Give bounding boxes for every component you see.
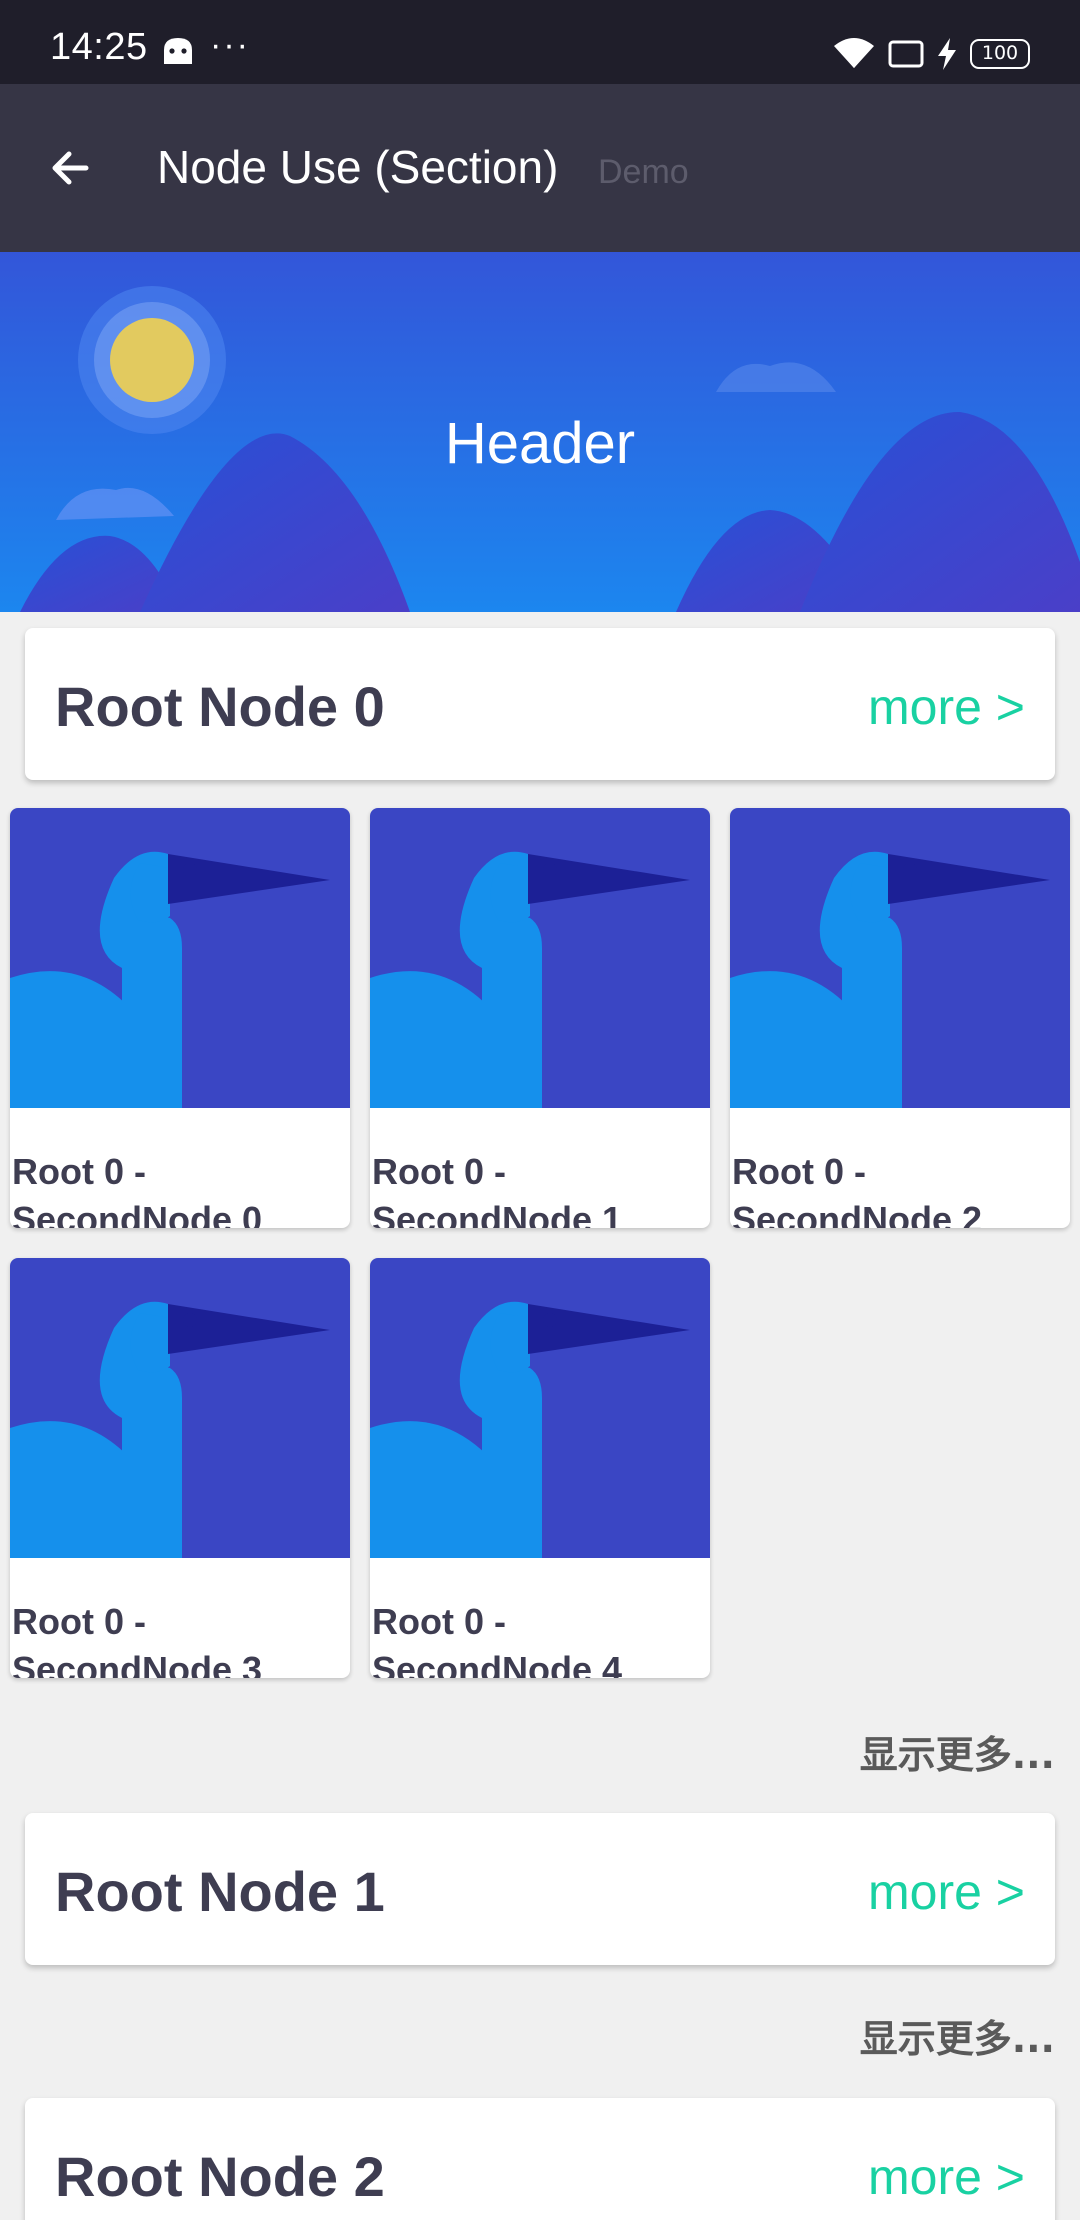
battery-icon: 100 xyxy=(970,39,1030,69)
app-bar: Node Use (Section) Demo xyxy=(0,84,1080,252)
header-text: Header xyxy=(444,411,636,476)
node-tile-0[interactable]: Root 0 - SecondNode 0 xyxy=(10,808,350,1228)
node-tile-1[interactable]: Root 0 - SecondNode 1 xyxy=(370,808,710,1228)
more-link[interactable]: more > xyxy=(868,1863,1025,1921)
status-bar: 14:25 ··· 100 xyxy=(0,0,1080,84)
status-time: 14:25 xyxy=(50,26,148,68)
node-tile-3[interactable]: Root 0 - SecondNode 3 xyxy=(10,1258,350,1678)
node-tile-2[interactable]: Root 0 - SecondNode 2 xyxy=(730,808,1070,1228)
notification-dots: ··· xyxy=(210,26,250,64)
page-title: Node Use (Section) xyxy=(157,141,559,193)
bird-thumbnail-icon xyxy=(10,1258,350,1558)
tile-label: Root 0 - SecondNode 3 xyxy=(12,1601,263,1678)
bird-thumbnail-icon xyxy=(10,808,350,1108)
section-header-root-1[interactable]: Root Node 1 more > xyxy=(25,1813,1055,1965)
section-title: Root Node 0 xyxy=(55,675,385,738)
bird-thumbnail-icon xyxy=(730,808,1070,1108)
more-link[interactable]: more > xyxy=(868,678,1025,736)
show-more-link[interactable]: 显示更多... xyxy=(860,1724,1055,1779)
charging-icon xyxy=(938,38,956,70)
android-icon xyxy=(164,38,192,64)
section-title: Root Node 2 xyxy=(55,2145,385,2208)
section-header-root-2[interactable]: Root Node 2 more > xyxy=(25,2098,1055,2220)
tile-label: Root 0 - SecondNode 1 xyxy=(372,1151,623,1228)
show-more-link[interactable]: 显示更多... xyxy=(860,2008,1055,2063)
node-tile-4[interactable]: Root 0 - SecondNode 4 xyxy=(370,1258,710,1678)
bird-thumbnail-icon xyxy=(370,808,710,1108)
more-link[interactable]: more > xyxy=(868,2148,1025,2206)
page-subtitle: Demo xyxy=(598,153,689,191)
tile-label: Root 0 - SecondNode 4 xyxy=(372,1601,623,1678)
screen-cast-icon xyxy=(888,40,924,68)
section-header-root-0[interactable]: Root Node 0 more > xyxy=(25,628,1055,780)
section-title: Root Node 1 xyxy=(55,1860,385,1923)
tile-label: Root 0 - SecondNode 0 xyxy=(12,1151,263,1228)
header-banner: Header xyxy=(0,252,1080,612)
back-arrow-icon[interactable] xyxy=(36,132,108,204)
tile-label: Root 0 - SecondNode 2 xyxy=(732,1151,983,1228)
bird-thumbnail-icon xyxy=(370,1258,710,1558)
wifi-icon xyxy=(834,38,874,68)
